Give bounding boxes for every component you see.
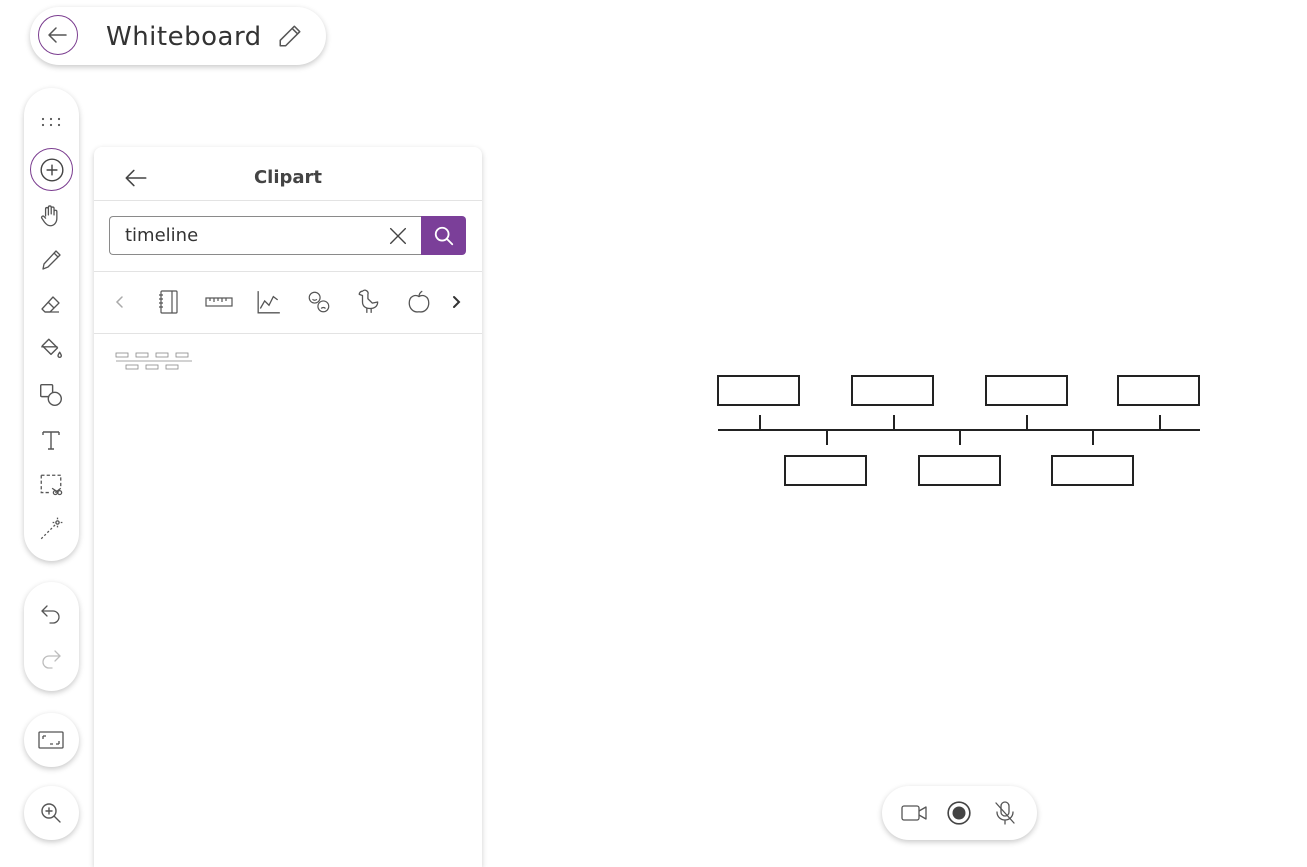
chart-icon bbox=[257, 291, 280, 314]
laser-pointer-icon bbox=[40, 517, 63, 540]
notebook-icon bbox=[159, 290, 178, 314]
add-content-button[interactable] bbox=[30, 148, 73, 191]
timeline-box bbox=[918, 455, 1001, 486]
undo-icon bbox=[41, 605, 60, 624]
camera-button[interactable] bbox=[894, 793, 934, 833]
text-icon bbox=[42, 431, 60, 450]
category-next-button[interactable] bbox=[436, 282, 476, 322]
whiteboard-title: Whiteboard bbox=[106, 22, 262, 52]
grip-dots-icon bbox=[41, 117, 61, 127]
back-button[interactable] bbox=[38, 15, 78, 55]
fit-screen-icon bbox=[38, 731, 64, 749]
category-row bbox=[94, 271, 482, 334]
toolbar-drag-handle[interactable] bbox=[31, 102, 71, 142]
edit-title-button[interactable] bbox=[270, 16, 310, 56]
zoom-in-icon bbox=[41, 803, 61, 823]
search-icon bbox=[434, 226, 453, 245]
shapes-tool-button[interactable] bbox=[31, 375, 71, 415]
record-icon bbox=[947, 801, 971, 825]
pen-icon bbox=[42, 250, 61, 270]
category-chart[interactable] bbox=[249, 282, 289, 322]
view-toolbar bbox=[24, 713, 79, 767]
zoom-button[interactable] bbox=[31, 793, 71, 833]
clipart-search bbox=[109, 216, 466, 255]
ruler-icon bbox=[205, 297, 233, 307]
timeline-box bbox=[784, 455, 867, 486]
category-bird[interactable] bbox=[349, 282, 389, 322]
plus-circle-icon bbox=[39, 157, 64, 182]
pen-tool-button[interactable] bbox=[31, 240, 71, 280]
redo-button[interactable] bbox=[31, 638, 71, 678]
category-ruler[interactable] bbox=[199, 282, 239, 322]
title-bar: Whiteboard bbox=[30, 7, 326, 65]
lasso-select-icon bbox=[40, 474, 63, 496]
hand-icon bbox=[40, 205, 58, 227]
search-button[interactable] bbox=[421, 216, 466, 255]
category-emotions[interactable] bbox=[299, 282, 339, 322]
clipart-panel: Clipart bbox=[94, 147, 482, 867]
timeline-box bbox=[717, 375, 800, 406]
fit-screen-button[interactable] bbox=[31, 720, 71, 760]
eraser-tool-button[interactable] bbox=[31, 285, 71, 325]
category-apple[interactable] bbox=[399, 282, 439, 322]
timeline-box bbox=[1117, 375, 1200, 406]
emotions-icon bbox=[308, 291, 330, 313]
pencil-icon bbox=[279, 25, 301, 47]
panel-title: Clipart bbox=[253, 167, 323, 188]
text-tool-button[interactable] bbox=[31, 420, 71, 460]
category-prev-button[interactable] bbox=[100, 282, 140, 322]
panel-header: Clipart bbox=[94, 147, 482, 201]
paint-bucket-icon bbox=[41, 338, 62, 358]
media-bar bbox=[882, 786, 1037, 840]
chevron-left-icon bbox=[115, 296, 123, 308]
redo-icon bbox=[42, 650, 61, 669]
apple-icon bbox=[408, 290, 430, 313]
eraser-icon bbox=[41, 296, 60, 313]
bird-icon bbox=[358, 289, 379, 313]
main-toolbar bbox=[24, 88, 79, 561]
clear-search-button[interactable] bbox=[379, 216, 417, 255]
undo-button[interactable] bbox=[31, 593, 71, 633]
timeline-box bbox=[1051, 455, 1134, 486]
arrow-left-icon bbox=[48, 27, 67, 43]
timeline-box bbox=[985, 375, 1068, 406]
record-button[interactable] bbox=[939, 793, 979, 833]
timeline-clipart-thumbnail bbox=[115, 352, 192, 370]
chevron-right-icon bbox=[453, 296, 461, 308]
video-camera-icon bbox=[901, 805, 927, 821]
fill-tool-button[interactable] bbox=[31, 329, 71, 369]
search-input[interactable] bbox=[109, 216, 422, 255]
history-toolbar bbox=[24, 582, 79, 691]
select-tool-button[interactable] bbox=[31, 465, 71, 505]
shapes-icon bbox=[40, 384, 62, 406]
timeline-drawing[interactable] bbox=[716, 373, 1202, 489]
zoom-toolbar bbox=[24, 786, 79, 840]
pan-tool-button[interactable] bbox=[31, 196, 71, 236]
clipart-result-timeline[interactable] bbox=[114, 351, 194, 373]
close-icon bbox=[389, 227, 407, 244]
laser-pointer-button[interactable] bbox=[31, 509, 71, 549]
mic-button[interactable] bbox=[985, 793, 1025, 833]
timeline-box bbox=[851, 375, 934, 406]
mic-muted-icon bbox=[995, 801, 1015, 825]
category-notebook[interactable] bbox=[149, 282, 189, 322]
